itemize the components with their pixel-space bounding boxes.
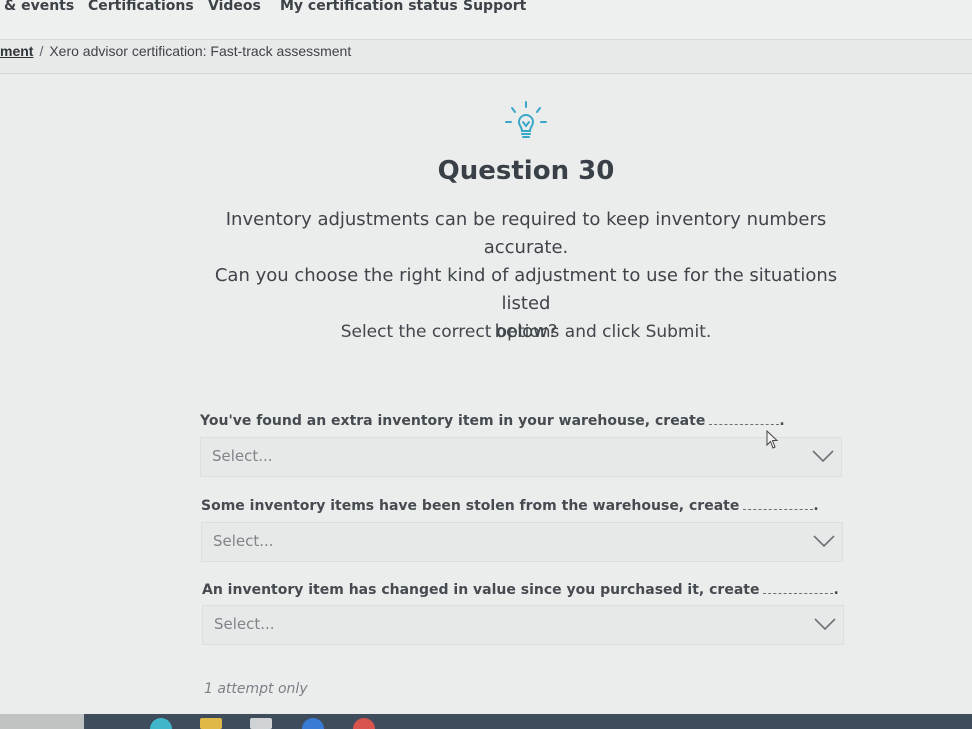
instruction-text: Select the correct options and click Sub… xyxy=(340,322,712,342)
question-line-2: Can you choose the right kind of adjustm… xyxy=(214,265,838,314)
item-2-blank xyxy=(743,499,814,510)
item-2-suffix: . xyxy=(813,498,819,514)
item-1-label: You've found an extra inventory item in … xyxy=(200,413,785,429)
nav-item-my-certification-status[interactable]: My certification status xyxy=(280,0,458,14)
item-3-select-placeholder: Select... xyxy=(214,615,275,633)
item-2-select[interactable]: Select... xyxy=(201,522,843,562)
breadcrumb-separator: / xyxy=(39,43,44,59)
item-2-select-placeholder: Select... xyxy=(213,532,274,550)
item-3-label-text: An inventory item has changed in value s… xyxy=(202,582,760,598)
nav-item-videos[interactable]: Videos xyxy=(208,0,261,14)
item-2-label: Some inventory items have been stolen fr… xyxy=(201,498,819,514)
folder-icon[interactable] xyxy=(200,718,222,729)
taskbar-app-icon[interactable] xyxy=(302,718,324,729)
item-2-label-text: Some inventory items have been stolen fr… xyxy=(201,498,740,514)
chevron-down-icon xyxy=(814,618,836,631)
chevron-down-icon xyxy=(813,535,835,548)
item-3-blank xyxy=(763,583,834,594)
question-line-1: Inventory adjustments can be required to… xyxy=(225,209,827,258)
item-1-blank xyxy=(709,414,780,425)
item-3-select[interactable]: Select... xyxy=(202,605,844,645)
breadcrumb-current: Xero advisor certification: Fast-track a… xyxy=(49,43,352,59)
breadcrumb-bar: ment / Xero advisor certification: Fast-tr… xyxy=(0,40,972,74)
taskbar-left-edge xyxy=(0,714,84,729)
breadcrumb-parent-link[interactable]: ment xyxy=(0,43,33,59)
chevron-down-icon xyxy=(812,450,834,463)
nav-item-certifications[interactable]: Certifications xyxy=(88,0,194,14)
os-taskbar xyxy=(0,714,972,729)
taskbar-app-icon[interactable] xyxy=(250,718,272,729)
attempts-note: 1 attempt only xyxy=(204,681,308,697)
item-3-label: An inventory item has changed in value s… xyxy=(202,582,839,598)
taskbar-app-icon[interactable] xyxy=(353,718,375,729)
item-3-suffix: . xyxy=(833,582,839,598)
item-1-suffix: . xyxy=(779,413,785,429)
lightbulb-icon xyxy=(505,101,547,138)
mouse-cursor-icon xyxy=(766,430,779,449)
nav-item-support[interactable]: Support xyxy=(463,0,526,14)
item-1-select[interactable]: Select... xyxy=(200,437,842,477)
nav-item-events[interactable]: & events xyxy=(4,0,74,14)
question-title: Question 30 xyxy=(437,156,615,186)
item-1-select-placeholder: Select... xyxy=(212,447,273,465)
top-navigation: & events Certifications Videos My certif… xyxy=(0,0,972,40)
item-1-label-text: You've found an extra inventory item in … xyxy=(200,413,706,429)
taskbar-app-icon[interactable] xyxy=(150,718,172,729)
breadcrumb: ment / Xero advisor certification: Fast-tr… xyxy=(0,43,351,59)
